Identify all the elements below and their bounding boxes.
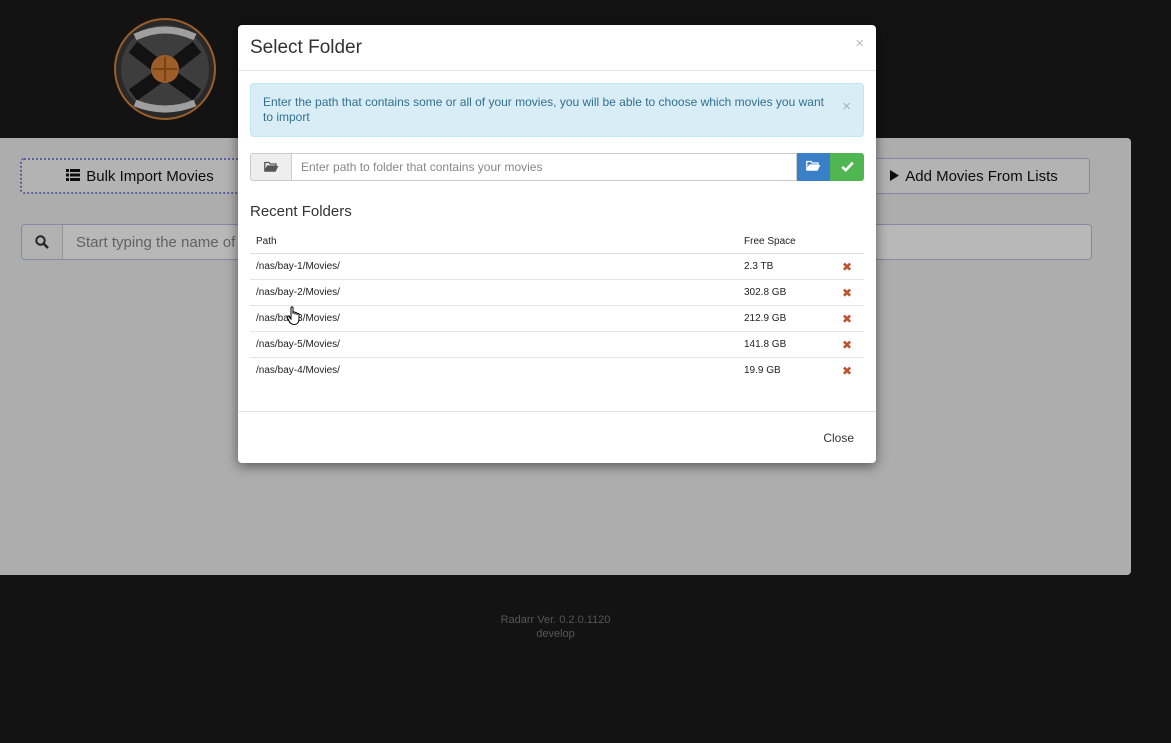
folder-open-icon <box>806 160 821 175</box>
select-folder-modal: Select Folder × Enter the path that cont… <box>238 25 876 463</box>
recent-folder-row[interactable]: /nas/bay-5/Movies/ 141.8 GB ✖ <box>250 331 864 358</box>
path-input[interactable] <box>291 153 797 181</box>
folder-path[interactable]: /nas/bay-3/Movies/ <box>250 305 738 332</box>
remove-icon[interactable]: ✖ <box>830 253 864 280</box>
browse-folder-button[interactable] <box>797 153 830 181</box>
folder-free-space: 19.9 GB <box>744 365 781 376</box>
modal-close-icon[interactable]: × <box>855 35 864 52</box>
check-icon <box>840 160 854 175</box>
folder-path[interactable]: /nas/bay-4/Movies/ <box>250 358 738 384</box>
column-header-actions <box>830 229 864 254</box>
close-button[interactable]: Close <box>823 431 854 445</box>
confirm-path-button[interactable] <box>830 153 864 181</box>
alert-dismiss-icon[interactable]: × <box>842 99 851 114</box>
modal-title: Select Folder <box>250 37 362 58</box>
remove-icon[interactable]: ✖ <box>830 331 864 358</box>
folder-free-space: 141.8 GB <box>738 331 830 358</box>
recent-folder-row[interactable]: /nas/bay-4/Movies/ 19.9 GB ✖ <box>250 358 864 384</box>
folder-path[interactable]: /nas/bay-5/Movies/ <box>250 331 738 358</box>
info-alert-text: Enter the path that contains some or all… <box>263 95 824 124</box>
column-header-free-space: Free Space <box>738 229 830 254</box>
info-alert: Enter the path that contains some or all… <box>250 83 864 137</box>
recent-folders-heading: Recent Folders <box>250 203 352 220</box>
recent-folder-row[interactable]: /nas/bay-2/Movies/ 302.8 GB ✖ <box>250 279 864 306</box>
remove-icon[interactable]: ✖ <box>830 358 864 384</box>
folder-path[interactable]: /nas/bay-1/Movies/ <box>250 253 738 280</box>
folder-free-space: 212.9 GB <box>738 305 830 332</box>
remove-icon[interactable]: ✖ <box>830 279 864 306</box>
column-header-path: Path <box>250 229 738 254</box>
folder-free-space: 302.8 GB <box>738 279 830 306</box>
folder-path[interactable]: /nas/bay-2/Movies/ <box>250 279 738 306</box>
modal-footer: Close <box>238 411 876 464</box>
folder-icon <box>250 153 291 181</box>
folder-free-space: 2.3 TB <box>738 253 830 280</box>
recent-folders-table: Path Free Space /nas/bay-1/Movies/ 2.3 T… <box>250 229 864 383</box>
hand-cursor-icon <box>286 306 302 326</box>
modal-header: Select Folder × <box>238 25 876 71</box>
recent-folder-row[interactable]: /nas/bay-3/Movies/ 212.9 GB ✖ <box>250 305 864 332</box>
path-input-group <box>250 153 864 181</box>
recent-folder-row[interactable]: /nas/bay-1/Movies/ 2.3 TB ✖ <box>250 253 864 280</box>
remove-icon[interactable]: ✖ <box>830 305 864 332</box>
